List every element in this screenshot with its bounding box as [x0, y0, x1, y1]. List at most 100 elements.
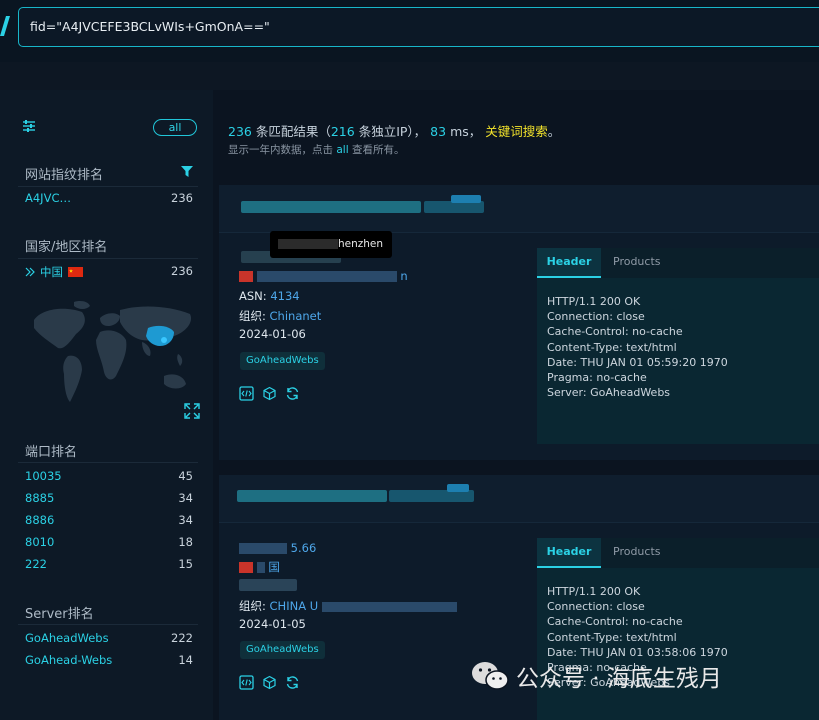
port-rank-title: 端口排名: [25, 445, 78, 460]
redacted-country: [256, 562, 265, 573]
port-count: 18: [178, 535, 193, 549]
summary-text: 。: [547, 124, 561, 139]
fullscreen-icon[interactable]: [184, 403, 200, 419]
server-label: GoAheadWebs: [25, 631, 109, 645]
location-tooltip: henzhen: [270, 231, 392, 258]
redacted-org: [321, 601, 457, 612]
action-icons: [239, 675, 300, 690]
tab-header[interactable]: Header: [537, 248, 601, 278]
country-suffix[interactable]: 国: [268, 560, 280, 574]
tab-header[interactable]: Header: [537, 538, 601, 568]
redacted-badge: [447, 484, 469, 492]
summary-text: ms，: [450, 124, 482, 139]
tooltip-text: henzhen: [338, 238, 384, 250]
server-item[interactable]: GoAhead-Webs 14: [25, 653, 193, 667]
port-count: 34: [178, 513, 193, 527]
org-value[interactable]: CHINA U: [270, 599, 319, 613]
server-count: 222: [171, 631, 193, 645]
cube-icon[interactable]: [262, 675, 277, 690]
summary-text: 条匹配结果（: [255, 124, 331, 139]
redacted-title: [237, 490, 387, 502]
org-line: 组织: CHINA U: [239, 598, 457, 614]
result-title[interactable]: [219, 475, 819, 523]
port-label: 8886: [25, 513, 55, 527]
org-line: 组织: Chinanet: [239, 308, 321, 324]
redacted-asn: [239, 579, 297, 591]
port-item[interactable]: 8886 34: [25, 513, 193, 527]
port-label: 8885: [25, 491, 55, 505]
ip-suffix[interactable]: 5.66: [291, 541, 317, 555]
port-item[interactable]: 10035 45: [25, 469, 193, 483]
country-item[interactable]: 中国 236: [25, 264, 193, 280]
keyword-search-link[interactable]: 关键词搜索: [485, 124, 548, 139]
http-header-text: HTTP/1.1 200 OK Connection: close Cache-…: [547, 295, 728, 400]
result-card: n ASN: 4134 组织: Chinanet 2024-01-06 GoAh…: [219, 185, 819, 460]
port-item[interactable]: 222 15: [25, 557, 193, 571]
sidebar: all 网站指纹排名 A4JVC… 236 国家/地区排名 中国 236 端口排…: [0, 90, 213, 720]
code-icon[interactable]: [239, 386, 254, 401]
result-title[interactable]: [219, 185, 819, 233]
unique-ip-count: 216: [330, 124, 355, 139]
org-label: 组织:: [239, 599, 266, 613]
note-text: 查看所有。: [351, 144, 405, 156]
server-rank-title: Server排名: [25, 607, 94, 622]
fingerprint-count: 236: [171, 191, 193, 205]
wechat-icon: [472, 662, 509, 690]
redacted-badge: [451, 195, 481, 203]
watermark-text: 公众号 · 海底生残月: [516, 666, 722, 692]
show-all-link[interactable]: all: [336, 144, 348, 156]
refresh-icon[interactable]: [285, 386, 300, 401]
funnel-icon[interactable]: [181, 166, 193, 177]
fingerprint-item[interactable]: A4JVC… 236: [25, 191, 193, 205]
double-chevron-right-icon: [25, 267, 35, 277]
tab-products[interactable]: Products: [613, 248, 661, 278]
fingerprint-rank-title: 网站指纹排名: [25, 168, 104, 183]
redacted-title: [241, 201, 421, 213]
top-bar: fid="A4JVCEFE3BCLvWIs+GmOnA==": [0, 0, 819, 62]
refresh-icon[interactable]: [285, 675, 300, 690]
china-region[interactable]: [146, 325, 174, 346]
total-count: 236: [228, 124, 252, 139]
asn-value[interactable]: 4134: [270, 289, 299, 303]
location-suffix[interactable]: n: [400, 269, 407, 283]
server-item[interactable]: GoAheadWebs 222: [25, 631, 193, 645]
asn-label: ASN:: [239, 289, 267, 303]
date: 2024-01-06: [239, 327, 306, 341]
port-count: 15: [178, 557, 193, 571]
toolbar-strip: [0, 62, 819, 90]
server-count: 14: [178, 653, 193, 667]
tab-products[interactable]: Products: [613, 538, 661, 568]
response-tabs: Header Products: [537, 248, 819, 278]
redacted-location: [256, 271, 397, 282]
redacted-ip: [239, 543, 287, 554]
server-label: GoAhead-Webs: [25, 653, 113, 667]
response-tabs: Header Products: [537, 538, 819, 568]
flag-icon: [239, 562, 253, 573]
all-button[interactable]: all: [153, 119, 197, 136]
port-item[interactable]: 8885 34: [25, 491, 193, 505]
summary-text: 条独立IP），: [358, 124, 427, 139]
product-tag[interactable]: GoAheadWebs: [240, 352, 325, 370]
code-icon[interactable]: [239, 675, 254, 690]
response-panel: Header Products HTTP/1.1 200 OK Connecti…: [537, 248, 819, 444]
org-label: 组织:: [239, 309, 266, 323]
fingerprint-label: A4JVC…: [25, 191, 71, 205]
data-range-note: 显示一年内数据，点击 all 查看所有。: [228, 142, 404, 157]
filter-settings-icon[interactable]: [22, 120, 36, 132]
org-value[interactable]: Chinanet: [270, 309, 322, 323]
search-input[interactable]: fid="A4JVCEFE3BCLvWIs+GmOnA==": [18, 7, 819, 47]
product-tag[interactable]: GoAheadWebs: [240, 641, 325, 659]
port-label: 10035: [25, 469, 62, 483]
ip-line: 5.66: [239, 541, 316, 555]
port-item[interactable]: 8010 18: [25, 535, 193, 549]
search-query: fid="A4JVCEFE3BCLvWIs+GmOnA==": [30, 19, 270, 34]
country-rank-title: 国家/地区排名: [25, 240, 108, 255]
redacted-tooltip: [278, 239, 338, 249]
divider: [18, 462, 198, 463]
divider: [18, 186, 198, 187]
cube-icon[interactable]: [262, 386, 277, 401]
port-count: 34: [178, 491, 193, 505]
asn-line: ASN: 4134: [239, 289, 300, 303]
port-label: 222: [25, 557, 47, 571]
world-map[interactable]: [24, 298, 199, 418]
